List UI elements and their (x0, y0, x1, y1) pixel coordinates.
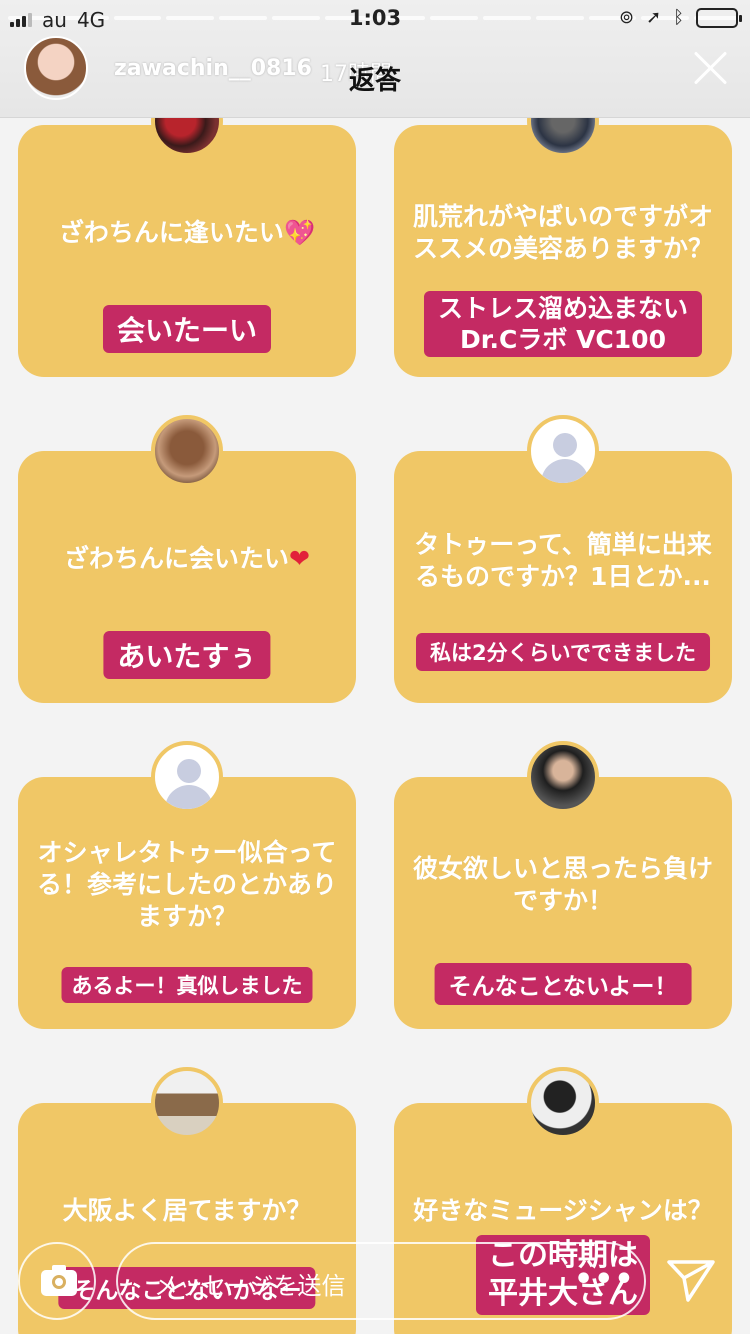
more-icon[interactable]: ••• (574, 1262, 635, 1297)
heart-icon: ❤ (289, 544, 310, 573)
answer-badge: 会いたーい (102, 305, 272, 353)
default-avatar-icon (527, 415, 599, 487)
answer-badge: ストレス溜め込まない Dr.Cラボ VC100 (423, 291, 703, 357)
page-title: 返答 (348, 66, 401, 96)
question-text: 大阪よく居てますか？ (62, 1196, 312, 1225)
question-text: オシャレタトゥー似合ってる！参考にしたのとかありますか？ (36, 838, 337, 931)
qa-card[interactable]: ざわちんに逢いたい💖 会いたーい (18, 85, 356, 377)
bluetooth-icon: ᛒ (673, 7, 684, 28)
location-icon: ➚ (646, 7, 662, 28)
battery-icon (696, 7, 742, 28)
qa-card[interactable]: ざわちんに会いたい❤ あいたすぅ (18, 415, 356, 703)
answer-badge: あいたすぅ (103, 631, 271, 679)
status-bar: au 4G 1:03 ⊚ ➚ ᛒ (0, 0, 750, 40)
answer-badge: そんなことないよー！ (434, 963, 692, 1005)
question-text: 彼女欲しいと思ったら負けですか！ (412, 854, 713, 915)
rotation-lock-icon: ⊚ (619, 7, 635, 28)
status-right: ⊚ ➚ ᛒ (619, 7, 742, 28)
default-avatar-icon (151, 741, 223, 813)
asker-avatar (527, 741, 599, 813)
send-icon[interactable] (666, 1256, 716, 1304)
asker-avatar (151, 415, 223, 487)
answer-badge: あるよー！真似しました (61, 967, 313, 1003)
asker-avatar (527, 1067, 599, 1139)
camera-button[interactable] (18, 1242, 96, 1320)
qa-card[interactable]: オシャレタトゥー似合ってる！参考にしたのとかありますか？ あるよー！真似しました (18, 741, 356, 1029)
asker-avatar (151, 1067, 223, 1139)
qa-card[interactable]: 彼女欲しいと思ったら負けですか！ そんなことないよー！ (394, 741, 732, 1029)
question-text: ざわちんに会いたい❤ (64, 544, 310, 573)
reply-bar: メッセージを送信 ••• (0, 1234, 750, 1334)
sparkling-heart-icon: 💖 (283, 218, 316, 247)
qa-card[interactable]: 肌荒れがやばいのですがオススメの美容ありますか？ ストレス溜め込まない Dr.C… (394, 85, 732, 377)
question-text: 好きなミュージシャンは？ (413, 1196, 713, 1225)
qa-card[interactable]: タトゥーって、簡単に出来るものですか？1日とか... 私は2分くらいでできました (394, 415, 732, 703)
message-input[interactable]: メッセージを送信 ••• (116, 1242, 646, 1320)
question-text: 肌荒れがやばいのですがオススメの美容ありますか？ (412, 202, 713, 263)
close-icon[interactable] (692, 50, 728, 86)
question-text: ざわちんに逢いたい💖 (58, 218, 316, 247)
message-placeholder: メッセージを送信 (154, 1272, 346, 1300)
camera-icon (41, 1265, 77, 1296)
answer-badge: 私は2分くらいでできました (416, 633, 710, 671)
question-text: タトゥーって、簡単に出来るものですか？1日とか... (414, 530, 712, 591)
